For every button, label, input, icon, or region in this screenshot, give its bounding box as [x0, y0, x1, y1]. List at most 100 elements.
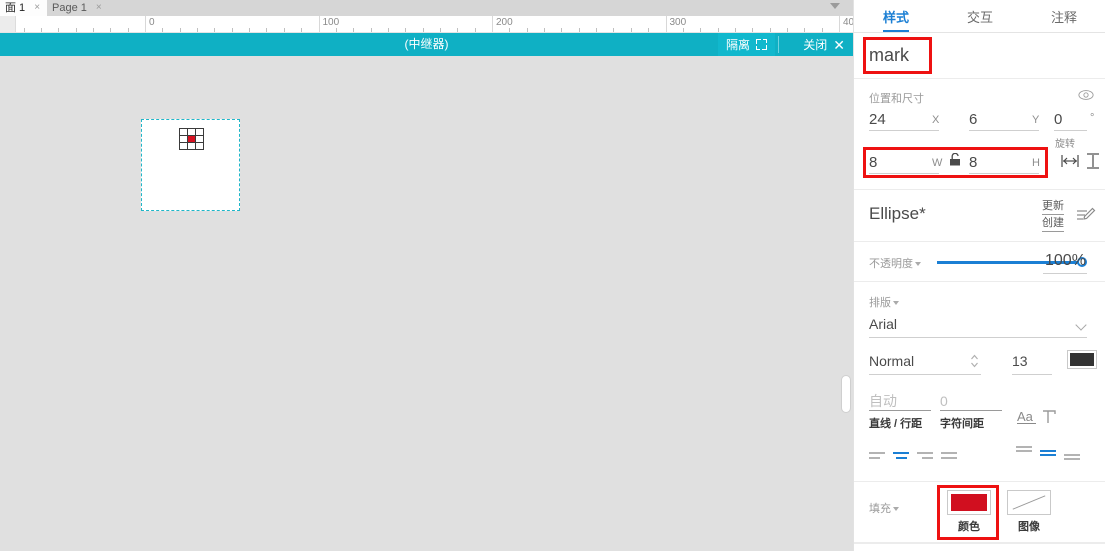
- ruler-minor-tick: [353, 28, 355, 32]
- font-style-select[interactable]: Normal: [869, 350, 981, 375]
- grid-cell[interactable]: [196, 143, 203, 149]
- grid-cell[interactable]: [180, 129, 187, 135]
- valign-top-button[interactable]: [1016, 446, 1032, 458]
- close-isolation-button[interactable]: 关闭 ✕: [795, 33, 853, 56]
- grid-cell[interactable]: [196, 129, 203, 135]
- grid-cell[interactable]: [180, 136, 187, 142]
- flip-horizontal-icon[interactable]: [1061, 154, 1079, 168]
- font-color-swatch[interactable]: [1067, 350, 1097, 369]
- repeater-frame[interactable]: [141, 119, 240, 211]
- close-isolation-label: 关闭: [803, 38, 828, 52]
- flip-vertical-icon[interactable]: [1086, 153, 1100, 169]
- panel-bottom-divider: [854, 543, 1105, 544]
- isolation-bar: (中继器) 隔离 关闭 ✕: [0, 33, 853, 56]
- align-justify-button[interactable]: [941, 450, 957, 462]
- grid-cell[interactable]: [196, 136, 203, 142]
- rotation-field[interactable]: [1054, 109, 1087, 131]
- grid-cell-marked[interactable]: [188, 136, 195, 142]
- page-tab-1-close-icon[interactable]: ×: [34, 0, 40, 16]
- ruler-minor-tick: [162, 28, 164, 32]
- style-create-link[interactable]: 创建: [1042, 215, 1064, 232]
- ruler-label: 200: [496, 17, 513, 28]
- font-family-select[interactable]: Arial: [869, 313, 1087, 338]
- tab-bar-filler: [108, 0, 853, 16]
- isolate-button[interactable]: 隔离: [717, 33, 775, 56]
- ruler-minor-tick: [249, 28, 251, 32]
- tab-interactions[interactable]: 交互: [938, 0, 1022, 32]
- unlock-icon[interactable]: [949, 153, 961, 166]
- inspector-panel: 样式 交互 注释 位置和尺寸 X: [853, 0, 1105, 551]
- design-canvas[interactable]: [0, 56, 853, 551]
- font-family-value: Arial: [869, 316, 898, 332]
- y-field[interactable]: [969, 109, 1039, 131]
- ruler-minor-tick: [405, 28, 407, 32]
- ruler-minor-tick: [179, 28, 181, 32]
- ruler-minor-tick: [40, 28, 42, 32]
- valign-middle-button[interactable]: [1040, 450, 1056, 462]
- canvas-area: 面 1 × Page 1 × 0100200300400 (中继器) 隔离: [0, 0, 853, 551]
- align-right-button[interactable]: [917, 450, 933, 462]
- height-input[interactable]: [969, 152, 1039, 173]
- isolate-label: 隔离: [725, 38, 750, 52]
- canvas-vertical-scrollbar[interactable]: [839, 56, 853, 551]
- eye-icon[interactable]: [1078, 88, 1094, 102]
- style-update-create-links[interactable]: 更新 创建: [1042, 198, 1064, 232]
- height-field[interactable]: [969, 152, 1039, 174]
- fill-label[interactable]: 填充: [869, 500, 899, 516]
- fill-image-option[interactable]: 图像: [1006, 490, 1052, 534]
- rotation-input[interactable]: [1054, 109, 1087, 130]
- caret-down-icon: [893, 507, 899, 512]
- ruler-minor-tick: [648, 28, 650, 32]
- canvas-scrollbar-thumb[interactable]: [841, 375, 851, 413]
- x-field[interactable]: [869, 109, 939, 131]
- fill-color-caption: 颜色: [958, 521, 980, 533]
- mark-grid[interactable]: [179, 128, 204, 150]
- ruler-minor-tick: [214, 28, 216, 32]
- width-input[interactable]: [869, 152, 939, 173]
- position-size-section: 位置和尺寸 X Y ° 旋转 W: [854, 79, 1105, 190]
- opacity-label-text: 不透明度: [869, 258, 913, 270]
- opacity-value[interactable]: 100%: [1045, 252, 1086, 270]
- rotation-caption: 旋转: [1055, 139, 1075, 150]
- grid-cell[interactable]: [188, 129, 195, 135]
- ruler-minor-tick: [578, 28, 580, 32]
- opacity-section: 不透明度 100%: [854, 242, 1105, 282]
- edit-style-icon[interactable]: [1076, 206, 1096, 226]
- fill-label-text: 填充: [869, 503, 891, 515]
- page-tab-1[interactable]: 面 1 ×: [0, 0, 48, 16]
- font-size-field[interactable]: 13: [1012, 350, 1052, 375]
- line-spacing-field[interactable]: 自动: [869, 391, 931, 411]
- style-update-link[interactable]: 更新: [1042, 198, 1064, 215]
- text-decoration-icon[interactable]: [1042, 409, 1058, 425]
- tab-style[interactable]: 样式: [854, 0, 938, 32]
- close-icon: ✕: [833, 36, 845, 53]
- ruler-minor-tick: [197, 28, 199, 32]
- width-field[interactable]: [869, 152, 939, 174]
- image-placeholder-icon: [1012, 495, 1046, 510]
- valign-bottom-button[interactable]: [1064, 454, 1080, 466]
- fill-color-option[interactable]: 颜色: [946, 490, 992, 534]
- x-input[interactable]: [869, 109, 939, 130]
- grid-cell[interactable]: [188, 143, 195, 149]
- ruler-minor-tick: [509, 28, 511, 32]
- chevron-down-icon[interactable]: [830, 3, 840, 9]
- align-center-button[interactable]: [893, 450, 909, 462]
- stepper-icon[interactable]: [970, 353, 979, 369]
- text-case-icon[interactable]: Aa: [1017, 409, 1037, 425]
- y-input[interactable]: [969, 109, 1039, 130]
- page-tab-2-close-icon[interactable]: ×: [96, 0, 102, 16]
- letter-spacing-field[interactable]: 0: [940, 391, 1002, 411]
- fill-image-caption: 图像: [1018, 521, 1040, 533]
- page-tab-2[interactable]: Page 1 ×: [47, 0, 109, 16]
- tab-notes-label: 注释: [1050, 9, 1077, 25]
- align-left-button[interactable]: [869, 450, 885, 462]
- x-unit-label: X: [932, 114, 940, 126]
- opacity-label[interactable]: 不透明度: [869, 255, 921, 271]
- tab-notes[interactable]: 注释: [1022, 0, 1105, 32]
- grid-cell[interactable]: [180, 143, 187, 149]
- typography-label[interactable]: 排版: [869, 294, 899, 310]
- fill-image-swatch[interactable]: [1007, 490, 1051, 515]
- fill-color-swatch[interactable]: [947, 490, 991, 515]
- fill-section: 填充 颜色 图像: [854, 482, 1105, 543]
- element-name-input[interactable]: [869, 40, 1084, 70]
